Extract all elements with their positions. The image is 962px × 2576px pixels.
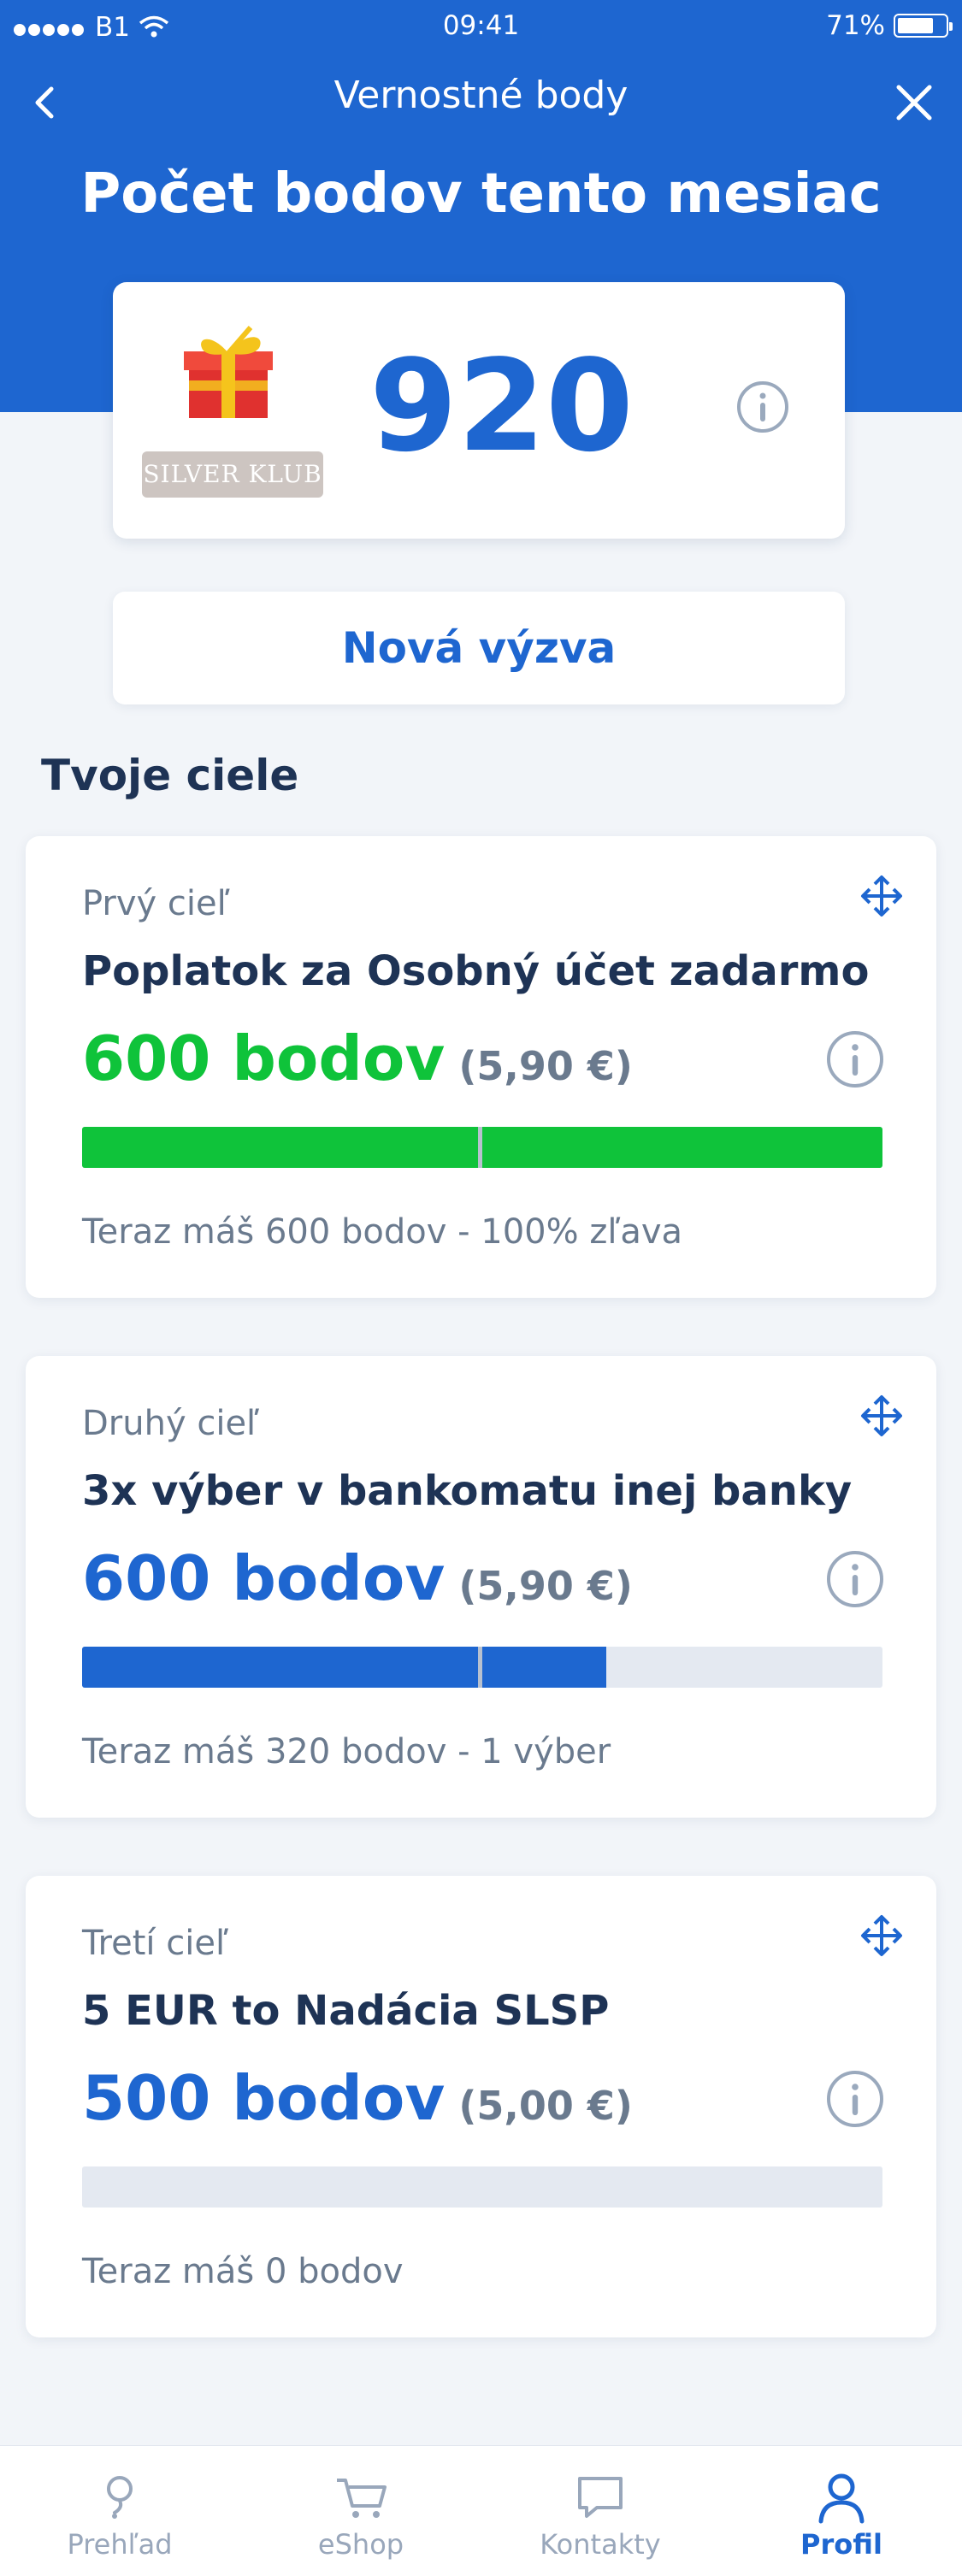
goal-card[interactable]: Prvý cieľ Poplatok za Osobný účet zadarmo… bbox=[26, 836, 936, 1298]
move-icon[interactable] bbox=[858, 872, 906, 920]
goal-status: Teraz máš 320 bodov - 1 výber bbox=[82, 1732, 611, 1771]
gift-icon bbox=[184, 326, 273, 418]
goal-progress-fill bbox=[82, 1127, 882, 1168]
goal-points: 600 bodov (5,90 €) bbox=[82, 1023, 633, 1094]
tab-overview[interactable]: Prehľad bbox=[17, 2446, 222, 2576]
goal-label: Prvý cieľ bbox=[82, 884, 230, 923]
points-value: 920 bbox=[369, 333, 634, 480]
tab-contacts[interactable]: Kontakty bbox=[498, 2446, 703, 2576]
goal-label: Druhý cieľ bbox=[82, 1404, 260, 1443]
goal-status: Teraz máš 600 bodov - 100% zľava bbox=[82, 1212, 683, 1252]
nav-title: Vernostné body bbox=[333, 74, 629, 117]
page-headline: Počet bodov tento mesiac bbox=[80, 162, 882, 226]
goal-eur-value: (5,90 €) bbox=[458, 1043, 633, 1089]
club-badge: SILVER KLUB bbox=[142, 451, 323, 498]
tab-profile[interactable]: Profil bbox=[739, 2446, 944, 2576]
tab-label: eShop bbox=[317, 2528, 404, 2561]
goal-label: Tretí cieľ bbox=[82, 1924, 228, 1963]
overview-icon bbox=[107, 2476, 133, 2519]
progress-midpoint-marker bbox=[478, 1127, 482, 1168]
clock: 09:41 bbox=[442, 10, 520, 41]
goal-points: 600 bodov (5,90 €) bbox=[82, 1542, 633, 1614]
cart-icon bbox=[337, 2479, 387, 2518]
new-challenge-button[interactable]: Nová výzva bbox=[113, 592, 845, 704]
goal-progress-bar bbox=[82, 1127, 882, 1168]
progress-midpoint-marker bbox=[478, 1647, 482, 1688]
goal-name: 3x výber v bankomatu inej banky bbox=[82, 1467, 853, 1515]
goal-points-value: 500 bodov bbox=[82, 2062, 446, 2134]
move-icon[interactable] bbox=[858, 1912, 906, 1960]
goal-name: 5 EUR to Nadácia SLSP bbox=[82, 1987, 610, 2035]
goal-status: Teraz máš 0 bodov bbox=[82, 2252, 404, 2291]
info-icon[interactable] bbox=[825, 1549, 885, 1609]
profile-icon bbox=[818, 2473, 865, 2524]
goal-card[interactable]: Tretí cieľ 5 EUR to Nadácia SLSP 500 bodov… bbox=[26, 1876, 936, 2337]
goal-points: 500 bodov (5,00 €) bbox=[82, 2062, 633, 2134]
status-bar: B1 09:41 71% bbox=[0, 0, 962, 55]
info-icon[interactable] bbox=[825, 2069, 885, 2129]
tab-bar: Prehľad eShop Kontakty Profil bbox=[0, 2445, 962, 2576]
goal-eur-value: (5,90 €) bbox=[458, 1563, 633, 1609]
nav-bar: Vernostné body bbox=[0, 68, 962, 137]
goal-name: Poplatok za Osobný účet zadarmo bbox=[82, 947, 870, 995]
tab-eshop[interactable]: eShop bbox=[258, 2446, 463, 2576]
points-card: SILVER KLUB 920 bbox=[113, 282, 845, 539]
goal-progress-bar bbox=[82, 1647, 882, 1688]
tab-label: Profil bbox=[800, 2528, 882, 2561]
goals-title: Tvoje ciele bbox=[41, 751, 299, 800]
chat-icon bbox=[578, 2477, 623, 2518]
goal-progress-bar bbox=[82, 2166, 882, 2208]
info-icon[interactable] bbox=[735, 380, 790, 434]
tab-label: Prehľad bbox=[67, 2528, 173, 2561]
goal-eur-value: (5,00 €) bbox=[458, 2083, 633, 2129]
info-icon[interactable] bbox=[825, 1029, 885, 1089]
goal-points-value: 600 bodov bbox=[82, 1542, 446, 1614]
battery-percent: 71% bbox=[826, 10, 885, 41]
goal-points-value: 600 bodov bbox=[82, 1023, 446, 1094]
battery-icon bbox=[894, 14, 953, 38]
close-icon[interactable] bbox=[890, 79, 938, 127]
move-icon[interactable] bbox=[858, 1392, 906, 1440]
goal-progress-fill bbox=[82, 1647, 607, 1688]
tab-label: Kontakty bbox=[540, 2528, 661, 2561]
goal-card[interactable]: Druhý cieľ 3x výber v bankomatu inej bank… bbox=[26, 1356, 936, 1818]
